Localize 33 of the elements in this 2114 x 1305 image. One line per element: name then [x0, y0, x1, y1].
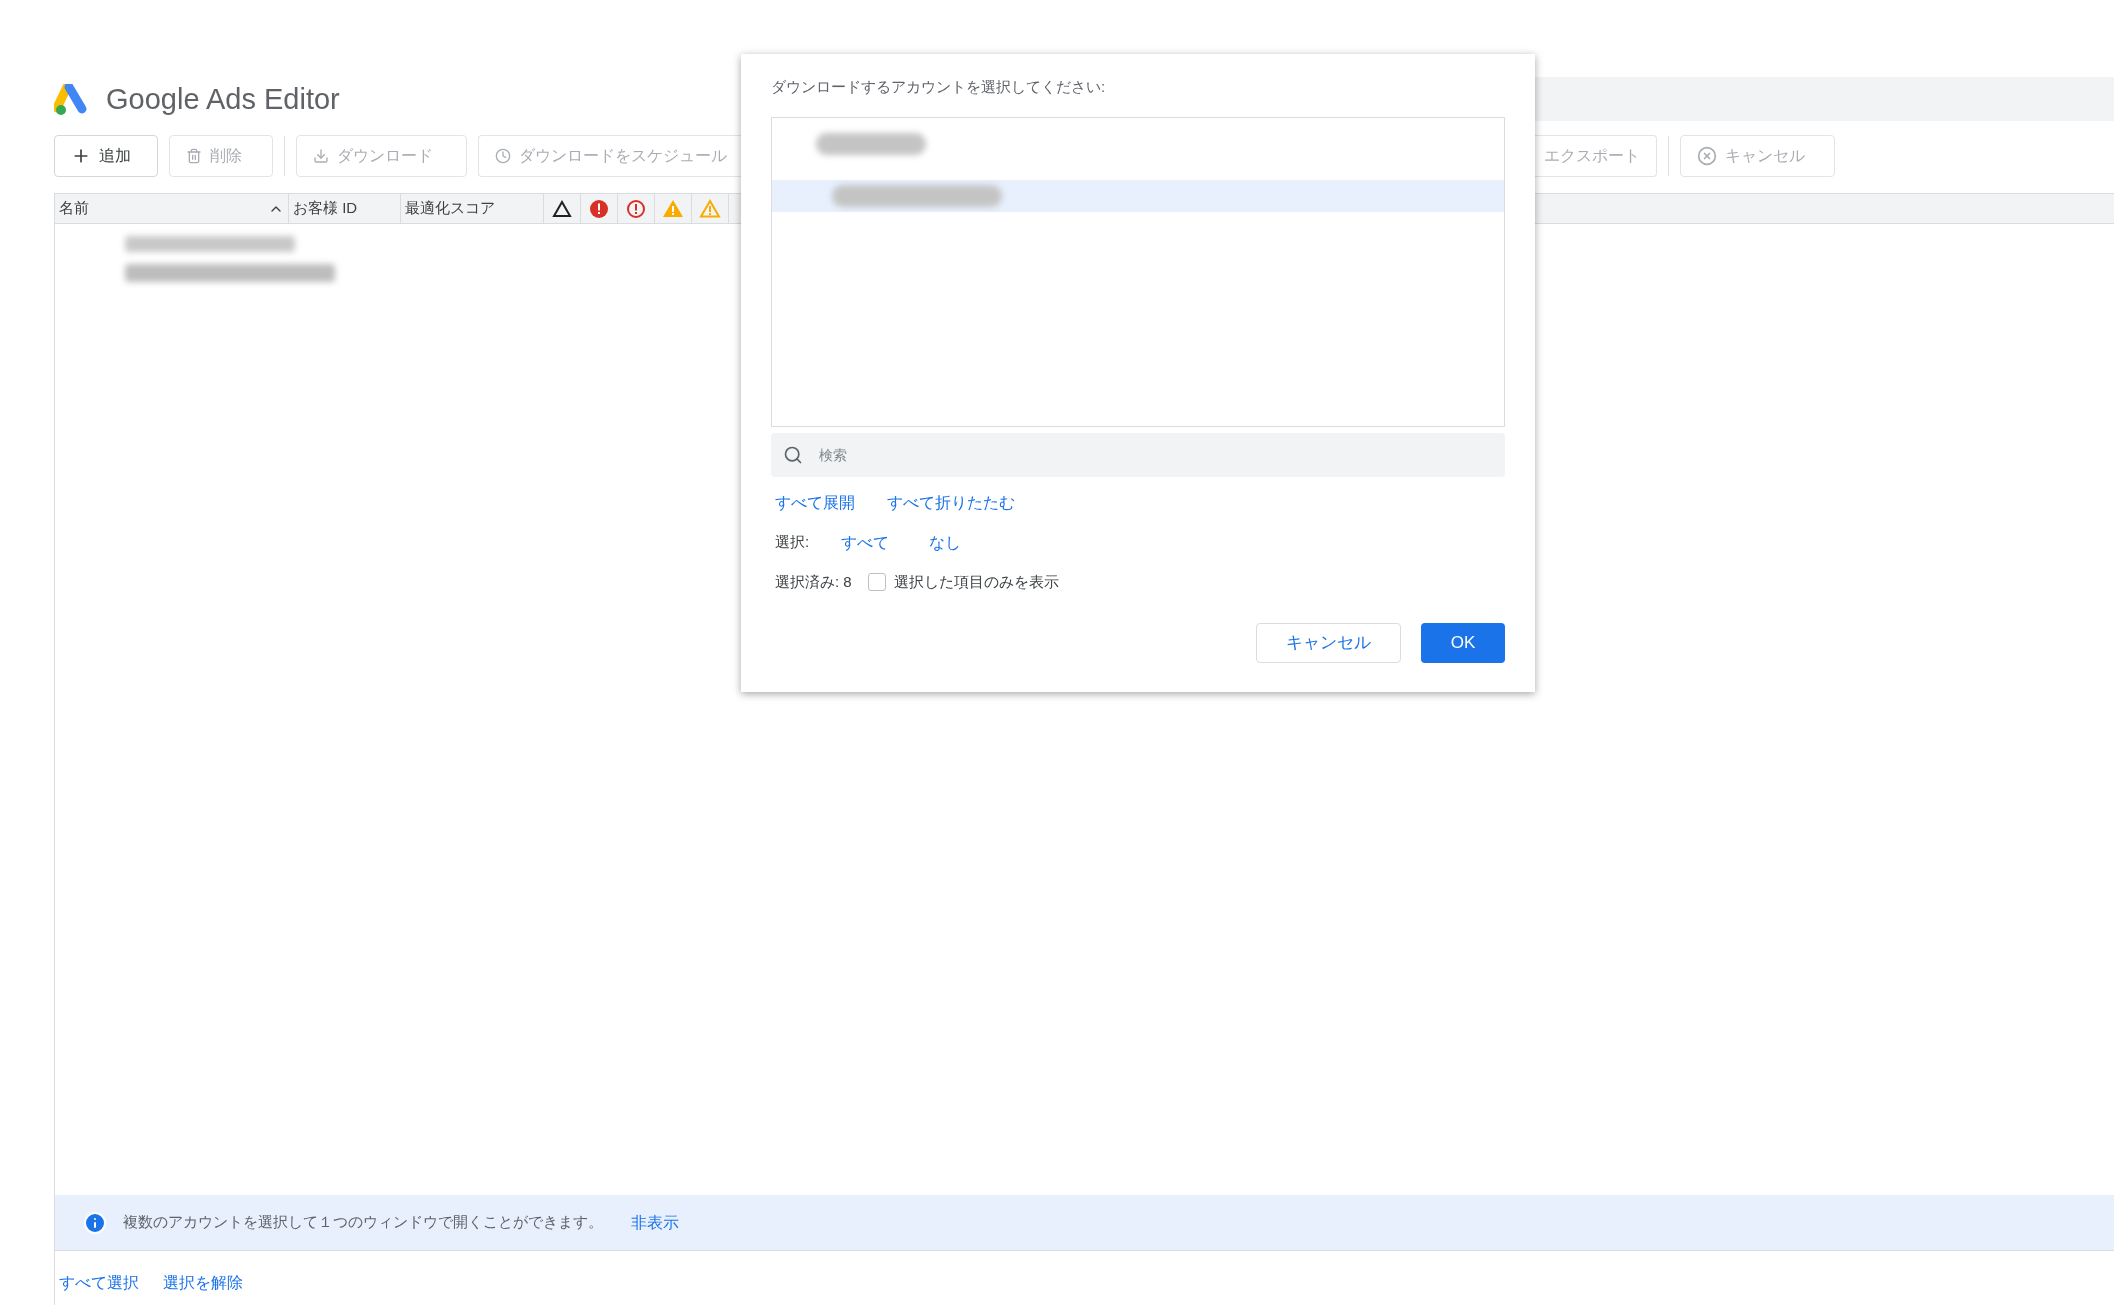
- dialog-prompt: ダウンロードするアカウントを選択してください:: [771, 77, 1107, 97]
- hide-link[interactable]: 非表示: [631, 1210, 679, 1235]
- footer-link[interactable]: すべて選択: [59, 1271, 139, 1295]
- toolbar-button[interactable]: 追加: [54, 135, 158, 177]
- checkbox[interactable]: [867, 572, 886, 591]
- search-icon: [783, 444, 803, 465]
- column-header[interactable]: 最適化スコア: [401, 194, 544, 223]
- app-title: Google Ads Editor: [106, 82, 340, 118]
- search-field[interactable]: 検索: [771, 432, 1505, 477]
- info-message: 複数のアカウントを選択して１つのウィンドウで開くことができます。: [123, 1212, 603, 1233]
- error-icon: [589, 198, 609, 219]
- error-icon: [626, 198, 646, 219]
- footer-link[interactable]: 選択を解除: [163, 1271, 243, 1295]
- checkbox-label: 選択した項目のみを表示: [893, 571, 1059, 592]
- warning-icon: [662, 199, 684, 218]
- tree-link[interactable]: すべて折りたたむ: [887, 490, 1015, 515]
- download-icon: [313, 148, 329, 164]
- trash-icon: [186, 148, 202, 164]
- clock-icon: [495, 148, 511, 164]
- cancel-icon: [1697, 146, 1717, 166]
- select-link[interactable]: なし: [929, 530, 962, 555]
- select-label: 選択:: [775, 532, 810, 553]
- info-icon: [83, 1210, 107, 1235]
- ok-button[interactable]: OK: [1421, 623, 1505, 663]
- select-link[interactable]: すべて: [841, 530, 890, 555]
- triangle-icon: [552, 199, 572, 218]
- tree-link[interactable]: すべて展開: [775, 490, 855, 515]
- warning-icon: [699, 199, 721, 218]
- column-header[interactable]: 名前: [55, 194, 289, 223]
- column-header[interactable]: お客様 ID: [289, 194, 401, 223]
- selected-count: 選択済み: 8: [775, 571, 852, 592]
- cancel-button[interactable]: キャンセル: [1256, 623, 1401, 663]
- account-row[interactable]: [772, 179, 1504, 212]
